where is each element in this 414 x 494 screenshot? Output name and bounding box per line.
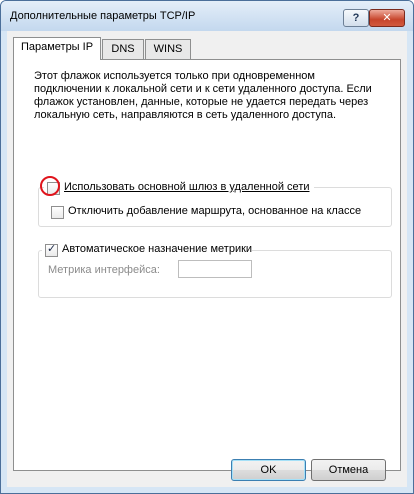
window-title: Дополнительные параметры TCP/IP: [10, 10, 196, 22]
interface-metric-input[interactable]: [178, 260, 252, 278]
tab-wins[interactable]: WINS: [145, 39, 191, 59]
description-text: Этот флажок используется только при одно…: [34, 70, 390, 122]
tab-ip-settings[interactable]: Параметры IP: [13, 37, 101, 60]
automatic-metric-checkbox[interactable]: ✓: [45, 243, 58, 257]
close-button[interactable]: ✕: [369, 9, 405, 27]
description-line: локальную сеть, направляются в сеть удал…: [34, 109, 337, 121]
close-icon: ✕: [382, 12, 392, 24]
dialog-window: Дополнительные параметры TCP/IP ? ✕ Пара…: [0, 0, 414, 494]
interface-metric-label: Метрика интерфейса:: [48, 264, 160, 276]
dialog-client-area: Параметры IP DNS WINS Этот флажок исполь…: [7, 31, 407, 487]
disable-class-route-checkbox[interactable]: [51, 206, 64, 219]
automatic-metric-label[interactable]: Автоматическое назначение метрики: [62, 243, 252, 255]
description-line: Этот флажок используется только при одно…: [34, 70, 315, 82]
description-line: флажок установлен, данные, которые не уд…: [34, 96, 369, 108]
cancel-button[interactable]: Отмена: [311, 459, 386, 481]
description-line: подключении к локальной сети и к сети уд…: [34, 83, 372, 95]
help-icon: ?: [352, 12, 360, 24]
disable-class-route-label[interactable]: Отключить добавление маршрута, основанно…: [68, 205, 361, 217]
checkmark-icon: ✓: [47, 243, 57, 255]
help-button[interactable]: ?: [343, 9, 369, 27]
tab-dns[interactable]: DNS: [102, 39, 144, 59]
title-bar[interactable]: Дополнительные параметры TCP/IP ? ✕: [1, 1, 413, 31]
ok-button[interactable]: OK: [231, 459, 306, 481]
highlight-circle: [40, 176, 60, 196]
use-default-gateway-label[interactable]: Использовать основной шлюз в удаленной с…: [64, 181, 310, 193]
tab-panel-ip-settings: Этот флажок используется только при одно…: [13, 59, 401, 471]
